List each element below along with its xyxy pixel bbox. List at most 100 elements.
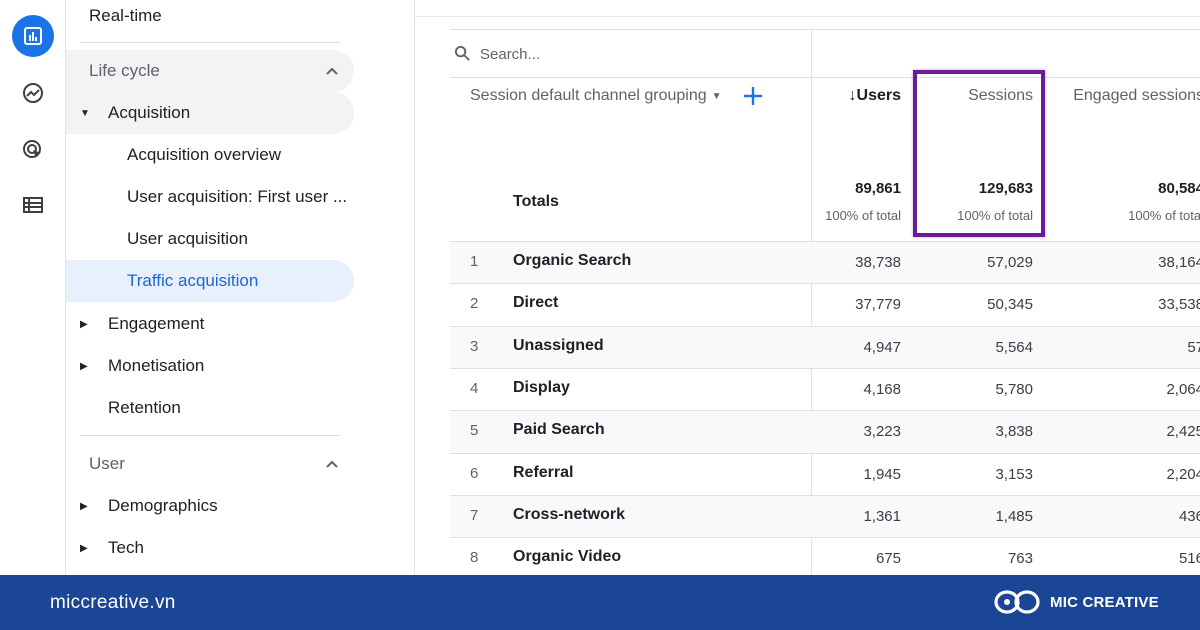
column-header-engaged-sessions[interactable]: Engaged sessions bbox=[1073, 87, 1200, 105]
row-sessions: 3,838 bbox=[995, 423, 1033, 441]
row-engaged-sessions: 2,204 bbox=[1166, 465, 1200, 483]
caret-right-icon: ▶ bbox=[80, 318, 88, 330]
report-table: Session default channel grouping ▼ ↓User… bbox=[450, 29, 1200, 576]
row-users: 3,223 bbox=[863, 423, 901, 441]
row-sessions: 1,485 bbox=[995, 507, 1033, 525]
icon-rail bbox=[0, 0, 66, 575]
divider bbox=[80, 435, 340, 436]
nav-acquisition-overview-label: Acquisition overview bbox=[127, 145, 282, 164]
row-index: 1 bbox=[470, 253, 479, 270]
table-row[interactable]: 5 Paid Search 3,223 3,838 2,425 bbox=[450, 410, 1200, 453]
totals-label: Totals bbox=[513, 193, 559, 210]
nav-retention[interactable]: Retention bbox=[66, 387, 354, 429]
table-row[interactable]: 6 Referral 1,945 3,153 2,204 bbox=[450, 452, 1200, 495]
total-users-pct: 100% of total bbox=[825, 208, 901, 223]
row-index: 2 bbox=[470, 295, 479, 313]
row-channel-name: Paid Search bbox=[513, 421, 605, 439]
row-index: 4 bbox=[470, 379, 479, 397]
row-channel-name: Unassigned bbox=[513, 336, 604, 354]
nav-user-acquisition-first[interactable]: User acquisition: First user ... bbox=[66, 176, 354, 218]
row-users: 1,945 bbox=[863, 465, 901, 483]
row-channel-name: Organic Video bbox=[513, 548, 622, 566]
column-header-sessions[interactable]: Sessions bbox=[968, 87, 1033, 105]
advertising-icon[interactable] bbox=[12, 129, 54, 171]
nav-engagement-label: Engagement bbox=[108, 314, 205, 333]
table-row[interactable]: 8 Organic Video 675 763 516 bbox=[450, 537, 1200, 579]
section-lifecycle-label: Life cycle bbox=[89, 61, 160, 80]
nav-retention-label: Retention bbox=[108, 398, 181, 417]
row-sessions: 5,564 bbox=[995, 338, 1033, 356]
row-sessions: 763 bbox=[1007, 550, 1033, 568]
section-user-label: User bbox=[89, 454, 125, 473]
nav-tech-label: Tech bbox=[108, 538, 144, 557]
row-engaged-sessions: 38,164 bbox=[1158, 254, 1200, 271]
reports-icon[interactable] bbox=[12, 15, 54, 57]
row-sessions: 50,345 bbox=[987, 296, 1033, 314]
row-users: 4,947 bbox=[863, 338, 901, 356]
row-users: 4,168 bbox=[863, 380, 901, 398]
search-input[interactable] bbox=[480, 42, 780, 66]
nav-realtime-label: Real-time bbox=[89, 6, 162, 25]
row-channel-name: Display bbox=[513, 378, 570, 396]
table-row[interactable]: 1 Organic Search 38,738 57,029 38,164 bbox=[450, 241, 1200, 283]
nav-realtime[interactable]: Real-time bbox=[66, 0, 354, 37]
add-dimension-icon[interactable] bbox=[742, 85, 764, 107]
nav-acquisition[interactable]: ▼ Acquisition bbox=[66, 92, 354, 134]
column-header-users[interactable]: ↓Users bbox=[849, 87, 901, 105]
row-users: 675 bbox=[875, 550, 901, 568]
row-engaged-sessions: 57 bbox=[1187, 338, 1200, 356]
caret-right-icon: ▶ bbox=[80, 360, 88, 372]
nav-demographics[interactable]: ▶ Demographics bbox=[66, 485, 354, 527]
total-engaged-pct: 100% of total bbox=[1128, 208, 1200, 223]
dimension-selector[interactable]: Session default channel grouping ▼ bbox=[470, 87, 722, 105]
nav-monetisation-label: Monetisation bbox=[108, 356, 205, 375]
caret-down-icon: ▼ bbox=[80, 107, 90, 119]
row-index: 8 bbox=[470, 549, 479, 567]
nav-engagement[interactable]: ▶ Engagement bbox=[66, 303, 354, 345]
nav-tech[interactable]: ▶ Tech bbox=[66, 527, 354, 569]
configure-icon[interactable] bbox=[12, 184, 54, 226]
row-sessions: 3,153 bbox=[995, 465, 1033, 483]
nav-demographics-label: Demographics bbox=[108, 496, 218, 515]
nav-user-acquisition-label: User acquisition bbox=[127, 229, 248, 248]
nav-acquisition-overview[interactable]: Acquisition overview bbox=[66, 134, 354, 176]
nav-monetisation[interactable]: ▶ Monetisation bbox=[66, 345, 354, 387]
divider bbox=[450, 77, 1200, 78]
reports-sidebar: Real-time Life cycle ▼ Acquisition Acqui… bbox=[66, 0, 415, 575]
explore-icon[interactable] bbox=[12, 72, 54, 114]
divider bbox=[415, 16, 1200, 17]
table-row[interactable]: 7 Cross-network 1,361 1,485 436 bbox=[450, 494, 1200, 537]
row-channel-name: Organic Search bbox=[513, 252, 632, 269]
section-lifecycle[interactable]: Life cycle bbox=[66, 50, 354, 92]
row-users: 37,779 bbox=[855, 296, 901, 314]
table-row[interactable]: 3 Unassigned 4,947 5,564 57 bbox=[450, 325, 1200, 368]
row-index: 3 bbox=[470, 337, 479, 355]
row-sessions: 5,780 bbox=[995, 380, 1033, 398]
section-user[interactable]: User bbox=[66, 443, 354, 485]
row-engaged-sessions: 436 bbox=[1178, 507, 1200, 525]
dimension-header-label: Session default channel grouping bbox=[470, 87, 707, 104]
nav-user-acquisition[interactable]: User acquisition bbox=[66, 218, 354, 260]
row-channel-name: Direct bbox=[513, 294, 559, 312]
nav-user-acquisition-first-label: User acquisition: First user ... bbox=[127, 187, 348, 206]
search-icon bbox=[454, 45, 470, 61]
table-search bbox=[450, 30, 811, 77]
row-engaged-sessions: 516 bbox=[1178, 550, 1200, 568]
chevron-up-icon bbox=[326, 67, 338, 75]
table-row[interactable]: 2 Direct 37,779 50,345 33,538 bbox=[450, 283, 1200, 325]
row-channel-name: Cross-network bbox=[513, 505, 626, 523]
brand-footer: miccreative.vn MIC CREATIVE bbox=[0, 575, 1200, 630]
total-engaged-sessions: 80,584 bbox=[1158, 180, 1200, 197]
total-users: 89,861 bbox=[855, 180, 901, 197]
row-index: 5 bbox=[470, 422, 479, 440]
nav-acquisition-label: Acquisition bbox=[108, 103, 191, 122]
row-engaged-sessions: 33,538 bbox=[1158, 296, 1200, 314]
divider bbox=[80, 42, 340, 43]
row-sessions: 57,029 bbox=[987, 254, 1033, 271]
caret-down-icon: ▼ bbox=[711, 90, 722, 102]
footer-site: miccreative.vn bbox=[50, 592, 176, 613]
caret-right-icon: ▶ bbox=[80, 500, 88, 512]
nav-traffic-acquisition[interactable]: Traffic acquisition bbox=[66, 260, 354, 302]
total-sessions: 129,683 bbox=[978, 180, 1033, 197]
table-row[interactable]: 4 Display 4,168 5,780 2,064 bbox=[450, 367, 1200, 410]
